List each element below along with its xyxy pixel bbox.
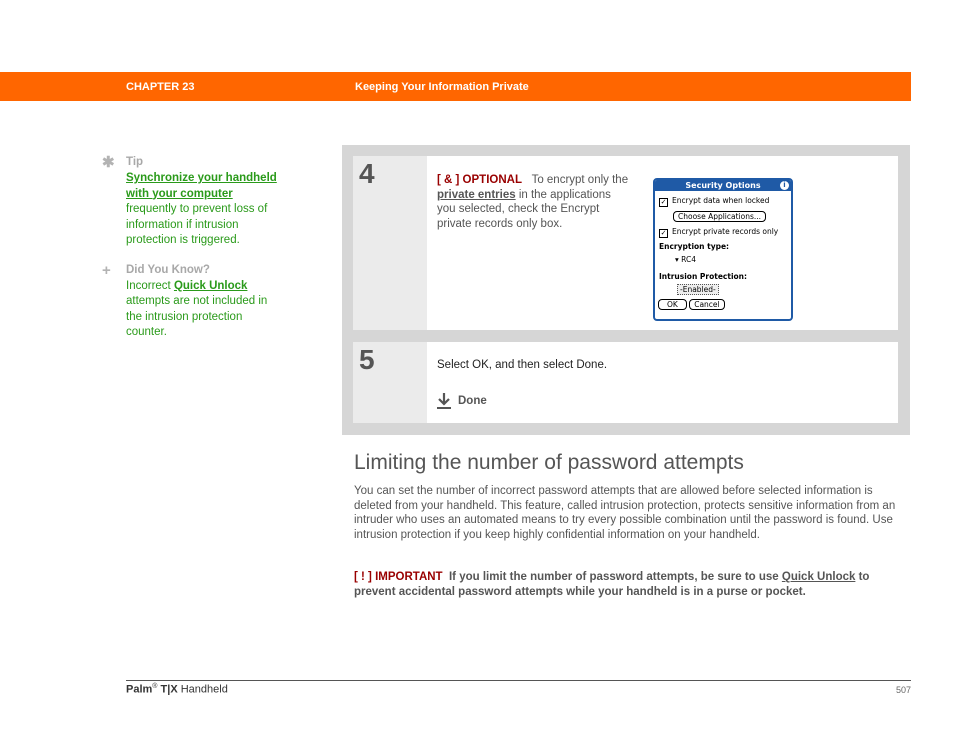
tip-heading: Tip [126,156,144,168]
steps-panel: 4 [ & ] OPTIONAL To encrypt only the pri… [342,145,910,435]
optional-label: [ & ] OPTIONAL [437,174,522,186]
step-number: 4 [359,158,375,189]
arrow-down-icon [437,393,451,409]
cancel-button: Cancel [689,299,725,310]
section-body: You can set the number of incorrect pass… [354,485,896,541]
did-you-know-block: + Did You Know? Incorrect Quick Unlock a… [100,263,280,341]
did-you-know-heading: Did You Know? [126,263,210,276]
chapter-title: Keeping Your Information Private [355,81,529,93]
footer-product: Palm® T|X Handheld [126,683,228,696]
step-5: 5 Select OK, and then select Done. Done [353,342,898,423]
step-5-text: Select OK, and then select Done. [437,359,608,371]
private-entries-link[interactable]: private entries [437,189,516,201]
did-you-know-text: Incorrect Quick Unlock attempts are not … [126,279,268,339]
chapter-number: CHAPTER 23 [126,81,195,93]
page-number: 507 [895,685,911,695]
asterisk-icon: ✱ [102,154,115,171]
checkbox-icon: ✓ [659,198,668,207]
done-label: Done [458,395,487,407]
step-4: 4 [ & ] OPTIONAL To encrypt only the pri… [353,156,898,330]
choose-applications-button: Choose Applications... [673,211,767,222]
section-title: Limiting the number of password attempts [354,451,744,474]
done-marker: Done [437,392,487,410]
ok-button: OK [658,299,687,310]
info-icon: i [780,181,789,190]
step-number: 5 [359,344,375,375]
step-4-text: [ & ] OPTIONAL To encrypt only the priva… [437,174,629,230]
security-options-screenshot: Security Options i ✓ Encrypt data when loc… [653,178,793,321]
tip-text: Synchronize your handheld with your comp… [126,172,277,246]
footer-divider [126,680,911,681]
quick-unlock-link[interactable]: Quick Unlock [174,280,248,292]
sidebar: ✱ Tip Synchronize your handheld with you… [100,155,280,355]
checkbox-icon: ✓ [659,229,668,238]
tip-block: ✱ Tip Synchronize your handheld with you… [100,155,280,249]
sync-link[interactable]: Synchronize your handheld with your comp… [126,172,277,200]
intrusion-value: -Enabled- [677,284,719,295]
plus-icon: + [102,261,111,279]
screen-title: Security Options i [655,180,791,191]
important-label: [ ! ] IMPORTANT [354,571,443,583]
important-note: [ ! ] IMPORTANT If you limit the number … [354,571,870,598]
quick-unlock-link[interactable]: Quick Unlock [782,571,856,583]
